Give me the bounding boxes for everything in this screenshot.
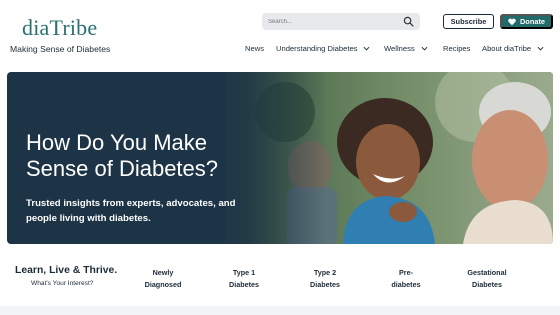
- nav-item-label: News: [245, 44, 264, 53]
- interest-link-line1: Newly: [152, 268, 174, 277]
- search-bar[interactable]: [262, 13, 420, 30]
- search-icon[interactable]: [403, 16, 414, 27]
- interest-link-line2: Diabetes: [472, 279, 502, 289]
- interest-link-line1: Type 2: [313, 268, 337, 277]
- interest-link-gestational[interactable]: Gestational Diabetes: [458, 267, 516, 290]
- hero-subtitle: Trusted insights from experts, advocates…: [26, 198, 236, 224]
- heart-icon: [508, 18, 516, 25]
- interest-link-newly-diagnosed[interactable]: Newly Diagnosed: [138, 267, 188, 290]
- interest-link-line2: Diabetes: [229, 279, 259, 289]
- section-divider: [0, 306, 560, 315]
- chevron-down-icon: [364, 46, 370, 51]
- nav-item-understanding-diabetes[interactable]: Understanding Diabetes: [276, 44, 370, 53]
- interest-link-type-1[interactable]: Type 1 Diabetes: [219, 267, 269, 290]
- interests-heading: Learn, Live & Thrive.: [15, 265, 118, 276]
- logo-text: diaTribe: [22, 15, 98, 40]
- interest-link-line2: Diagnosed: [144, 279, 182, 289]
- nav-item-news[interactable]: News: [245, 44, 264, 53]
- site-tagline: Making Sense of Diabetes: [10, 44, 111, 54]
- subscribe-button[interactable]: Subscribe: [443, 14, 494, 29]
- interest-link-line1: Gestational: [467, 268, 507, 277]
- hero-title: How Do You Make Sense of Diabetes?: [26, 130, 219, 181]
- interest-link-line1: Pre-: [399, 268, 413, 277]
- interests-subheading: What's Your Interest?: [31, 280, 94, 287]
- nav-item-label: Understanding Diabetes: [276, 44, 358, 53]
- donate-label: Donate: [519, 17, 546, 26]
- interest-link-line2: Diabetes: [310, 279, 340, 289]
- nav-item-about[interactable]: About diaTribe: [482, 44, 544, 53]
- interest-link-prediabetes[interactable]: Pre- diabetes: [381, 267, 431, 290]
- interest-link-line1: Type 1: [232, 268, 256, 277]
- interest-link-type-2[interactable]: Type 2 Diabetes: [300, 267, 350, 290]
- nav-item-label: Wellness: [384, 44, 415, 53]
- nav-item-wellness[interactable]: Wellness: [384, 44, 428, 53]
- nav-item-recipes[interactable]: Recipes: [443, 44, 470, 53]
- hero-banner: How Do You Make Sense of Diabetes? Trust…: [7, 72, 553, 244]
- nav-item-label: Recipes: [443, 44, 471, 53]
- donate-button[interactable]: Donate: [500, 14, 553, 29]
- chevron-down-icon: [421, 46, 428, 51]
- search-input[interactable]: [268, 16, 398, 27]
- interest-link-line2: diabetes: [391, 279, 421, 289]
- nav-item-label: About diaTribe: [482, 44, 532, 53]
- chevron-down-icon: [537, 46, 544, 51]
- site-logo[interactable]: diaTribe: [22, 15, 97, 41]
